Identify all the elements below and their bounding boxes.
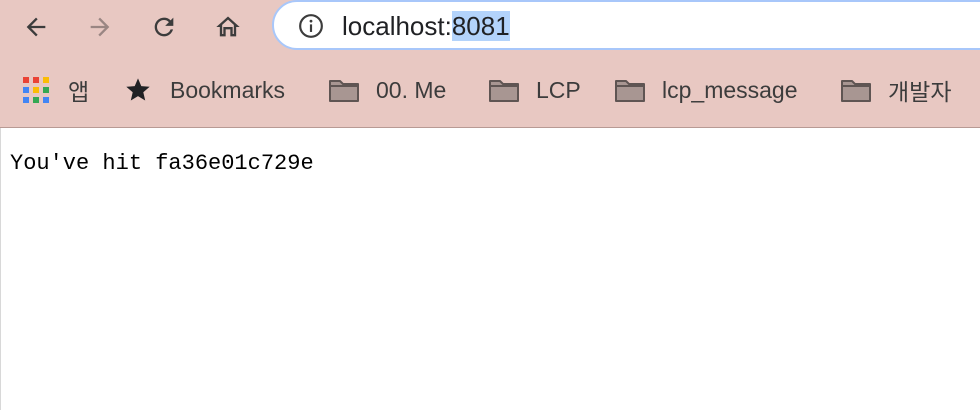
home-button[interactable]: [208, 7, 248, 47]
bookmark-folder-lcp-message[interactable]: lcp_message: [614, 72, 798, 108]
url-text[interactable]: localhost:8081: [342, 11, 510, 41]
folder-icon: [489, 80, 519, 102]
bookmark-label: 개발자: [888, 79, 952, 105]
folder-icon: [329, 80, 359, 102]
arrow-right-icon: [90, 17, 110, 37]
reload-icon: [154, 17, 174, 37]
folder-icon: [841, 80, 871, 102]
address-bar[interactable]: localhost:8081: [272, 0, 980, 50]
star-icon: [126, 78, 150, 101]
url-port-selected: 8081: [451, 11, 510, 41]
page-body-text: You've hit fa36e01c729e: [10, 151, 314, 176]
bookmark-label: 앱: [68, 79, 90, 105]
bookmark-folder-developer[interactable]: 개발자: [840, 72, 951, 108]
reload-button[interactable]: [144, 7, 184, 47]
viewport-edge: [0, 128, 1, 410]
arrow-left-icon: [26, 17, 46, 37]
home-icon: [216, 16, 240, 37]
bookmark-folder-00-me[interactable]: 00. Me: [328, 72, 446, 108]
bookmark-label: LCP: [536, 76, 581, 103]
forward-button[interactable]: [80, 7, 120, 47]
url-host: localhost:: [342, 11, 452, 41]
bookmark-folder-lcp[interactable]: LCP: [488, 72, 581, 108]
apps-grid-icon: [23, 77, 49, 103]
bookmark-apps[interactable]: 앱: [22, 72, 89, 108]
bookmark-bookmarks[interactable]: Bookmarks: [124, 72, 285, 108]
bookmark-label: lcp_message: [662, 76, 798, 103]
bookmark-label: 00. Me: [376, 76, 447, 103]
folder-icon: [615, 80, 645, 102]
browser-chrome: localhost:8081 앱 Bookmarks 00. Me LCP lc…: [0, 0, 980, 128]
back-button[interactable]: [16, 7, 56, 47]
info-icon[interactable]: [298, 13, 324, 39]
bookmark-label: Bookmarks: [170, 76, 286, 103]
